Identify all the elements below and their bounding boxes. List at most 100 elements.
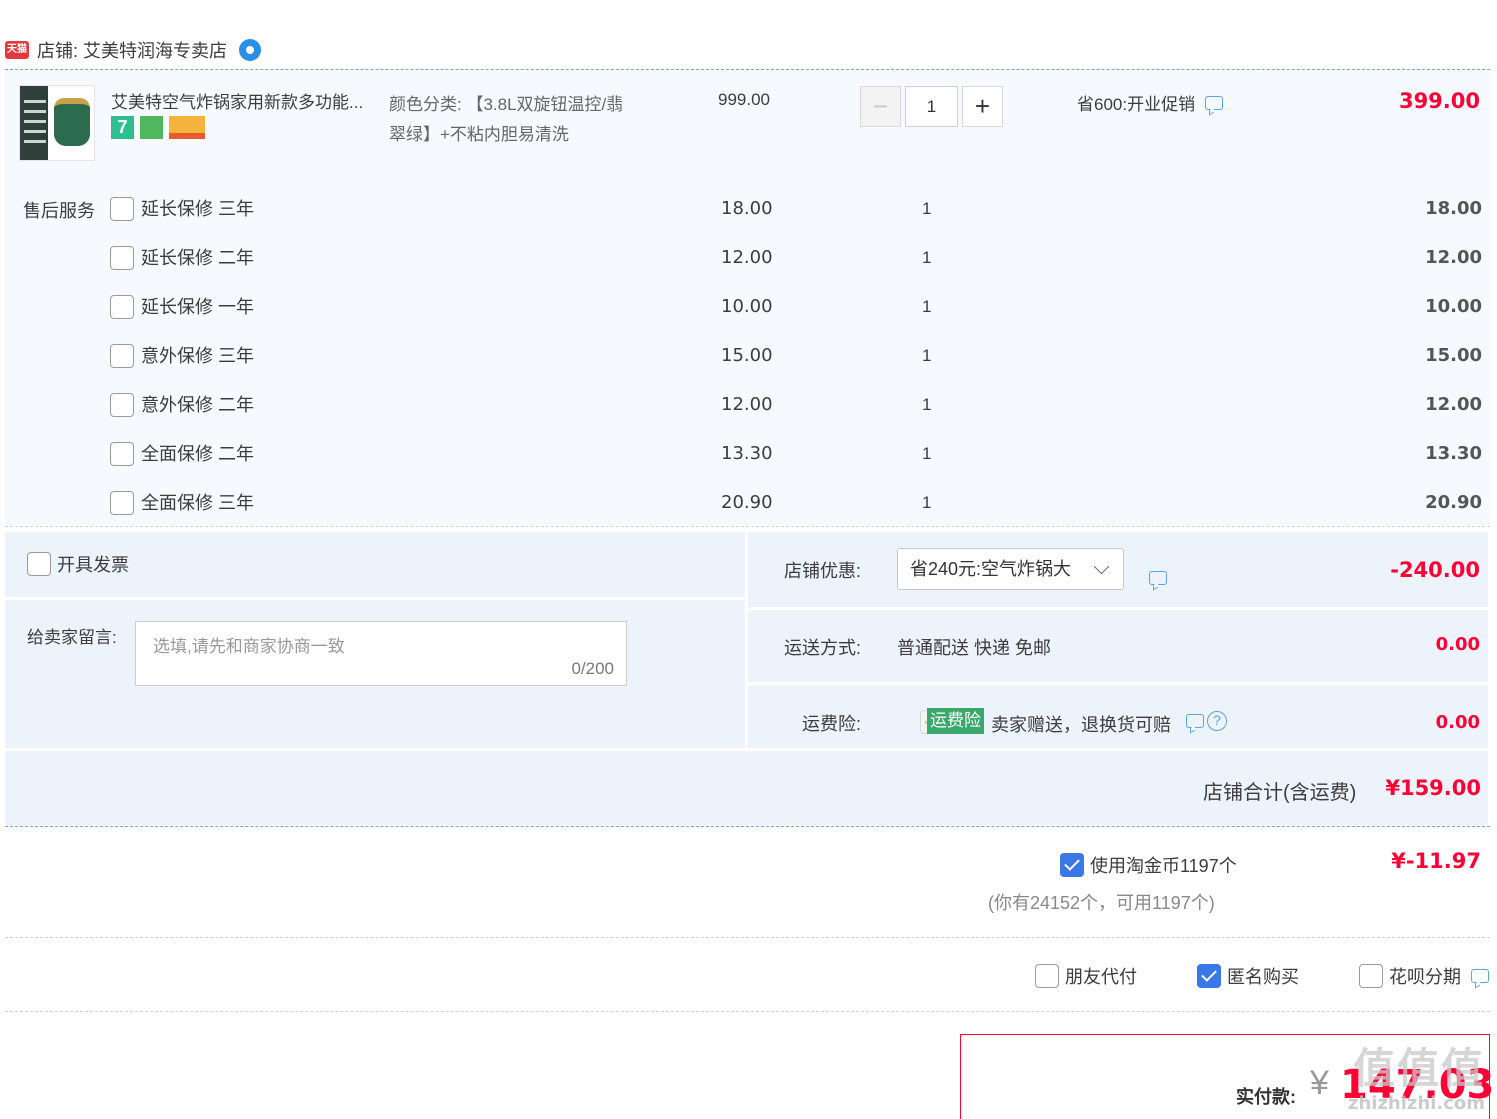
service-checkbox[interactable]: [110, 344, 134, 368]
service-row: 全面保修 三年 20.90 1 20.90: [0, 490, 1497, 520]
shop-discount-select[interactable]: 省240元:空气炸锅大: [897, 548, 1124, 590]
shop-total-label: 店铺合计(含运费): [1203, 782, 1357, 804]
service-qty: 1: [922, 444, 932, 463]
guarantee-icon: [140, 116, 163, 139]
payment-label: 实付款:: [1236, 1087, 1296, 1107]
decrease-quantity-button[interactable]: −: [860, 86, 901, 127]
insurance-amount: 0.00: [1435, 712, 1480, 733]
invoice-checkbox[interactable]: [27, 552, 51, 576]
service-row: 延长保修 一年 10.00 1 10.00: [0, 294, 1497, 324]
insurance-tag: 运费险: [927, 708, 984, 734]
huabei-option: 花呗分期: [1359, 963, 1489, 989]
credit-card-icon: [169, 116, 205, 139]
friend-pay-checkbox[interactable]: [1035, 964, 1059, 988]
sku-line: 翠绿】+不粘内胆易清洗: [389, 125, 569, 144]
divider: [5, 826, 1490, 827]
unit-price: 999.00: [718, 90, 770, 109]
service-name: 延长保修 三年: [141, 199, 255, 219]
watermark-logo: 值值值: [1352, 1044, 1485, 1093]
discount-info-icon[interactable]: [1149, 571, 1167, 585]
anonymous-checkbox[interactable]: [1197, 964, 1221, 988]
service-checkbox[interactable]: [110, 442, 134, 466]
payment-currency: ¥: [1310, 1064, 1329, 1102]
watermark-url: zhizhizhi.com: [1347, 1093, 1485, 1114]
insurance-label: 运费险:: [802, 714, 862, 734]
product-title-link[interactable]: 艾美特空气炸锅家用新款多功能...: [111, 88, 381, 113]
coins-label: 使用淘金币1197个: [1090, 856, 1237, 876]
tmall-icon: 天猫: [5, 41, 29, 59]
service-qty: 1: [922, 493, 932, 512]
seven-day-return-icon: 7: [111, 116, 134, 139]
service-checkbox[interactable]: [110, 197, 134, 221]
note-placeholder: 选填,请先和商家协商一致: [153, 637, 345, 656]
wangwang-chat-icon[interactable]: [239, 39, 262, 61]
product-thumbnail[interactable]: [19, 85, 95, 161]
service-total: 10.00: [1425, 296, 1482, 317]
increase-quantity-button[interactable]: +: [962, 86, 1003, 127]
huabei-label: 花呗分期: [1389, 967, 1461, 987]
invoice-label: 开具发票: [57, 555, 129, 575]
shop-header: 天猫 店铺: 艾美特润海专卖店: [5, 34, 262, 66]
service-total: 12.00: [1425, 394, 1482, 415]
product-badges: 7: [111, 116, 205, 139]
sku-line: 颜色分类: 【3.8L双旋钮温控/翡: [389, 95, 624, 114]
friend-pay-option: 朋友代付: [1035, 963, 1137, 989]
service-checkbox[interactable]: [110, 246, 134, 270]
divider: [5, 1011, 1490, 1012]
help-icon[interactable]: ?: [1207, 711, 1227, 731]
item-promo: 省600:开业促销: [1077, 90, 1224, 115]
discount-label: 店铺优惠:: [784, 561, 862, 581]
insurance-chat-icon[interactable]: [1186, 714, 1204, 728]
coins-amount: ¥-11.97: [1391, 849, 1481, 873]
friend-pay-label: 朋友代付: [1065, 967, 1137, 987]
service-row: 延长保修 三年 18.00 1 18.00: [0, 196, 1497, 226]
service-price: 15.00: [721, 345, 773, 366]
service-name: 全面保修 三年: [141, 493, 255, 513]
service-name: 意外保修 二年: [141, 395, 255, 415]
chevron-down-icon: [1093, 558, 1110, 575]
service-name: 意外保修 三年: [141, 346, 255, 366]
service-row: 意外保修 三年 15.00 1 15.00: [0, 343, 1497, 373]
service-row: 延长保修 二年 12.00 1 12.00: [0, 245, 1497, 275]
service-row: 意外保修 二年 12.00 1 12.00: [0, 392, 1497, 422]
divider: [5, 937, 1490, 938]
service-name: 延长保修 一年: [141, 297, 255, 317]
service-name: 延长保修 二年: [141, 248, 255, 268]
service-total: 18.00: [1425, 198, 1482, 219]
service-price: 10.00: [721, 296, 773, 317]
shipping-amount: 0.00: [1435, 634, 1480, 655]
insurance-desc: 卖家赠送，退换货可赔: [991, 715, 1171, 735]
coins-option: 使用淘金币1197个: [1060, 852, 1237, 878]
service-checkbox[interactable]: [110, 393, 134, 417]
huabei-info-icon[interactable]: [1471, 969, 1489, 983]
service-total: 15.00: [1425, 345, 1482, 366]
shop-name-link[interactable]: 店铺: 艾美特润海专卖店: [37, 37, 227, 63]
sku-info: 颜色分类: 【3.8L双旋钮温控/翡 翠绿】+不粘内胆易清洗: [389, 90, 669, 150]
coins-checkbox[interactable]: [1060, 853, 1084, 877]
promo-label: 省600:开业促销: [1077, 95, 1196, 114]
service-price: 13.30: [721, 443, 773, 464]
service-checkbox[interactable]: [110, 295, 134, 319]
service-price: 12.00: [721, 247, 773, 268]
service-qty: 1: [922, 395, 932, 414]
invoice-option: 开具发票: [27, 551, 129, 577]
discount-amount: -240.00: [1390, 558, 1480, 582]
quantity-stepper: − 1 +: [860, 86, 1003, 127]
coins-balance-note: (你有24152个，可用1197个): [988, 893, 1215, 913]
service-total: 12.00: [1425, 247, 1482, 268]
discount-selected-value: 省240元:空气炸锅大: [910, 559, 1072, 579]
promo-info-icon[interactable]: [1205, 95, 1224, 110]
service-qty: 1: [922, 248, 932, 267]
quantity-input[interactable]: 1: [905, 86, 958, 127]
service-price: 18.00: [721, 198, 773, 219]
service-checkbox[interactable]: [110, 491, 134, 515]
item-total-price: 399.00: [1398, 89, 1480, 113]
service-total: 20.90: [1425, 492, 1482, 513]
anonymous-option: 匿名购买: [1197, 963, 1299, 989]
shipping-method: 普通配送 快递 免邮: [897, 638, 1052, 658]
service-name: 全面保修 二年: [141, 444, 255, 464]
seller-note-textarea[interactable]: 选填,请先和商家协商一致 0/200: [135, 621, 627, 686]
huabei-checkbox[interactable]: [1359, 964, 1383, 988]
service-qty: 1: [922, 297, 932, 316]
anonymous-label: 匿名购买: [1227, 967, 1299, 987]
